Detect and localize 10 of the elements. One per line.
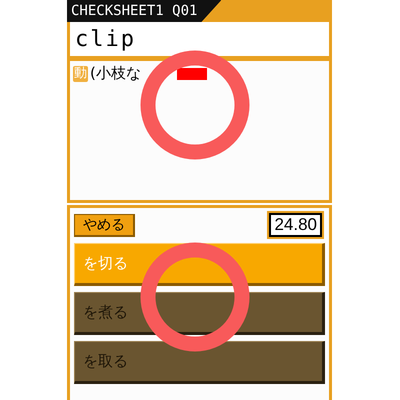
- timer-display: 24.80: [269, 213, 322, 237]
- answer-blank: [176, 68, 207, 80]
- choice-button[interactable]: を取る: [74, 341, 325, 384]
- correct-circle-icon: [140, 50, 250, 160]
- question-word: clip: [75, 26, 136, 52]
- sheet-title: CHECKSHEET1 Q01: [67, 0, 222, 22]
- correct-circle-icon: [140, 242, 250, 352]
- quit-button[interactable]: やめる: [74, 214, 135, 236]
- part-of-speech-badge: 動: [73, 66, 88, 82]
- definition-text: (小枝な: [90, 64, 141, 83]
